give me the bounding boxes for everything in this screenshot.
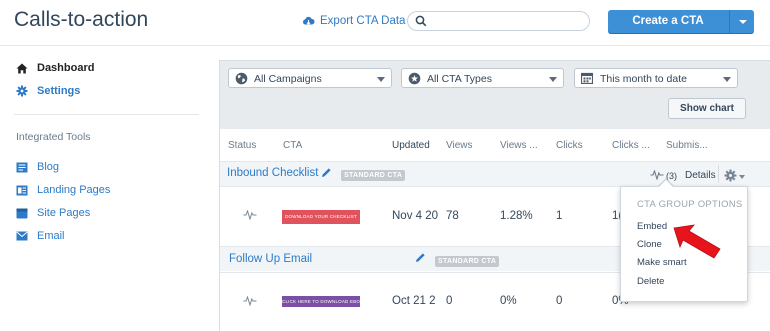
annotation-arrow-icon (673, 224, 721, 259)
column-header-views-rate[interactable]: Views ... (500, 140, 538, 151)
search-input[interactable] (407, 11, 590, 31)
site-pages-icon (16, 208, 28, 218)
updated-cell: Nov 4 20 (392, 210, 439, 222)
clicks-cell: 0 (556, 295, 563, 307)
details-link[interactable]: Details (685, 170, 716, 181)
home-icon (16, 63, 28, 73)
column-header-clicks[interactable]: Clicks (556, 140, 583, 151)
sidebar-item-blog[interactable]: Blog (16, 161, 59, 173)
export-cta-data-link[interactable]: Export CTA Data (302, 15, 405, 27)
blog-icon (16, 162, 28, 172)
updated-cell: Oct 21 2 (392, 295, 436, 307)
chevron-down-icon[interactable] (739, 175, 745, 179)
create-cta-label: Create a CTA (632, 15, 704, 27)
campaigns-dropdown[interactable]: All Campaigns (228, 68, 392, 88)
sidebar-item-label: Dashboard (37, 62, 95, 74)
search-icon (415, 15, 427, 27)
integrated-tools-heading: Integrated Tools (16, 131, 91, 143)
cta-group-name[interactable]: Inbound Checklist (227, 167, 318, 179)
button-divider (729, 10, 730, 34)
chevron-down-icon (549, 77, 557, 82)
sidebar-item-label: Blog (37, 161, 60, 173)
sidebar-item-email[interactable]: Email (16, 230, 65, 242)
cta-type-badge: STANDARD CTA (435, 256, 500, 267)
globe-icon (235, 72, 248, 85)
gear-icon (16, 85, 28, 97)
divider (718, 165, 719, 183)
create-cta-button[interactable]: Create a CTA (608, 10, 754, 34)
sidebar-item-label: Site Pages (37, 207, 91, 219)
landing-pages-icon (16, 185, 28, 195)
views-rate-cell: 1.28% (500, 210, 533, 222)
cloud-download-icon (303, 16, 315, 25)
sidebar-item-label: Email (37, 230, 65, 242)
cta-type-icon (408, 72, 421, 85)
views-rate-cell: 0% (500, 295, 517, 307)
email-icon (16, 231, 28, 241)
popup-pointer-fill (659, 180, 673, 187)
export-label: Export CTA Data (320, 15, 406, 27)
page-title: Calls-to-action (14, 8, 149, 31)
sidebar-item-landing-pages[interactable]: Landing Pages (16, 184, 110, 196)
activity-icon (243, 210, 257, 220)
campaigns-value: All Campaigns (254, 73, 322, 85)
activity-icon (243, 296, 257, 306)
calendar-icon (581, 72, 593, 84)
views-cell: 78 (446, 210, 459, 222)
show-chart-button[interactable]: Show chart (668, 98, 746, 119)
date-range-dropdown[interactable]: This month to date (574, 68, 738, 88)
sidebar-item-settings[interactable]: Settings (16, 85, 80, 97)
gear-icon[interactable] (724, 169, 737, 182)
date-range-value: This month to date (600, 73, 687, 85)
column-header-views[interactable]: Views (446, 140, 473, 151)
cta-type-badge: STANDARD CTA (341, 170, 406, 181)
column-header-status[interactable]: Status (228, 140, 256, 151)
chevron-down-icon (377, 77, 385, 82)
cta-types-value: All CTA Types (427, 73, 492, 85)
menu-item-delete[interactable]: Delete (637, 276, 664, 287)
sidebar-item-dashboard[interactable]: Dashboard (16, 62, 94, 74)
pencil-icon[interactable] (321, 167, 332, 178)
cta-group-name[interactable]: Follow Up Email (229, 253, 312, 265)
cta-thumbnail[interactable]: DOWNLOAD YOUR CHECKLIST (282, 210, 360, 224)
views-cell: 0 (446, 295, 453, 307)
cta-thumbnail[interactable]: CLICK HERE TO DOWNLOAD EBOOK (282, 296, 360, 307)
sidebar-divider (14, 114, 199, 115)
sidebar-item-label: Landing Pages (37, 184, 111, 196)
header-divider (0, 45, 770, 46)
sidebar-item-label: Settings (37, 85, 81, 97)
chevron-down-icon[interactable] (734, 13, 752, 31)
column-header-submissions[interactable]: Submis... (666, 140, 708, 151)
menu-heading: CTA GROUP OPTIONS (637, 199, 743, 210)
sidebar-item-site-pages[interactable]: Site Pages (16, 207, 90, 219)
menu-item-embed[interactable]: Embed (637, 221, 667, 232)
column-header-cta[interactable]: CTA (283, 140, 302, 151)
clicks-cell: 1 (556, 210, 563, 222)
pencil-icon[interactable] (415, 252, 426, 263)
menu-item-clone[interactable]: Clone (637, 239, 662, 250)
column-header-clicks-rate[interactable]: Clicks ... (612, 140, 650, 151)
cta-types-dropdown[interactable]: All CTA Types (401, 68, 564, 88)
chevron-down-icon (723, 77, 731, 82)
column-header-updated[interactable]: Updated (392, 140, 430, 151)
